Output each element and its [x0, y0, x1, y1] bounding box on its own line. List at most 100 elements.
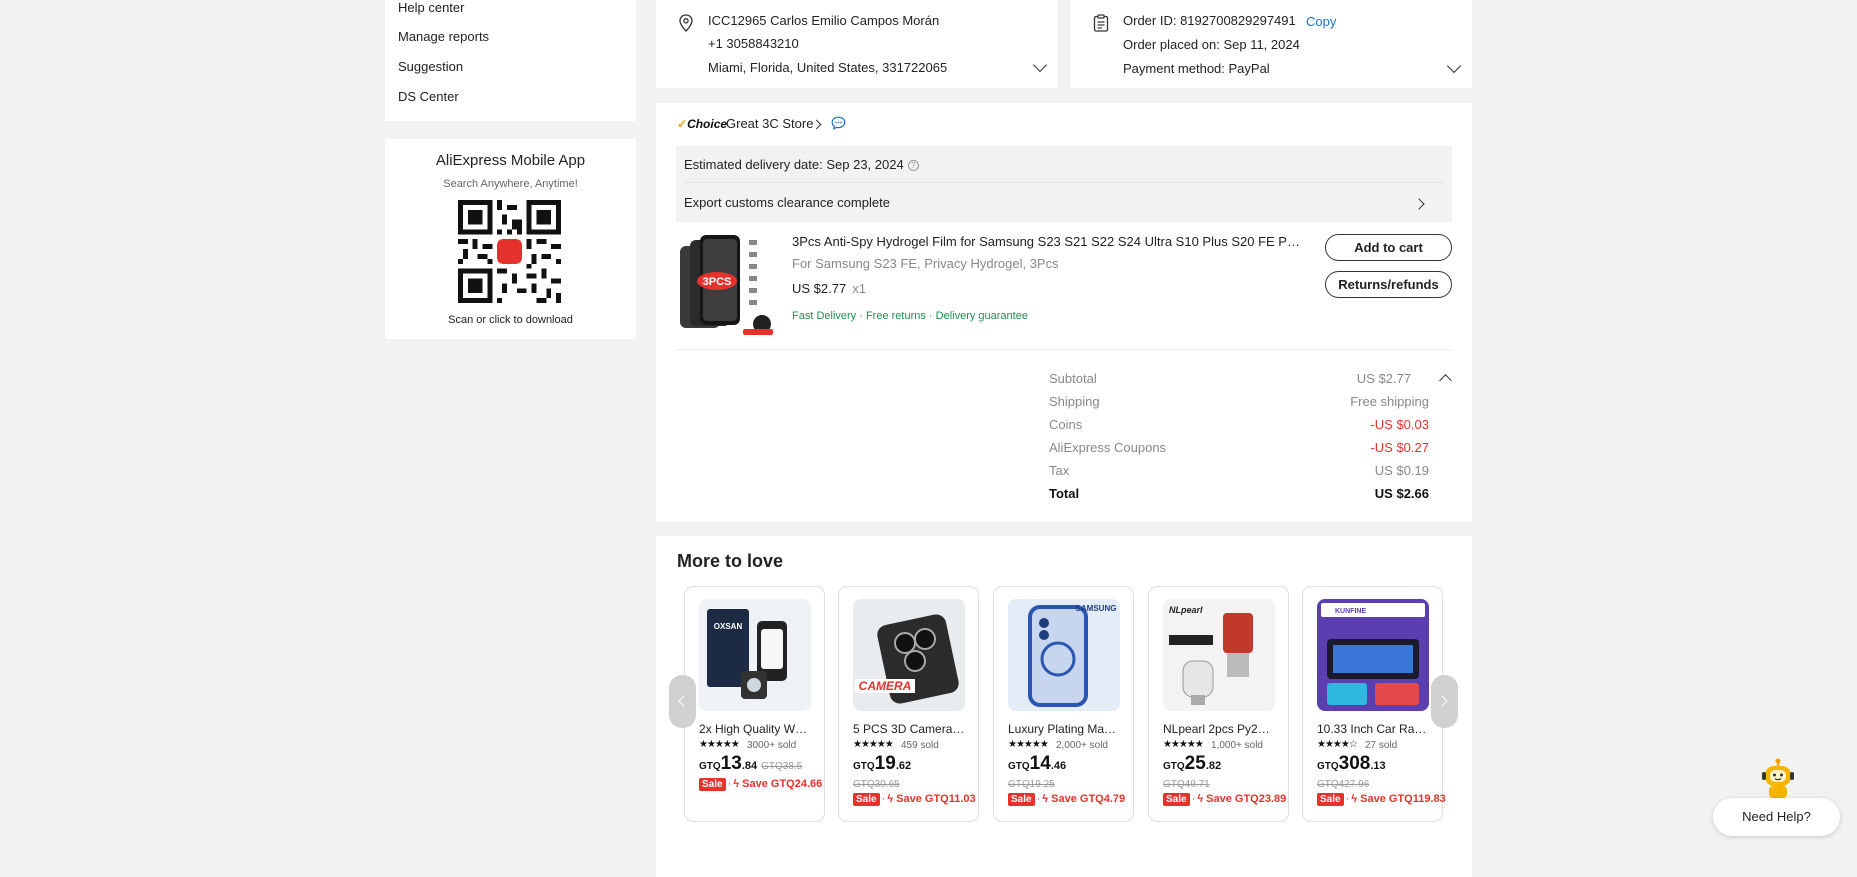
chevron-left-icon	[678, 695, 690, 707]
lightning-icon: ϟ	[1351, 793, 1358, 805]
payment-method: Payment method: PayPal	[1123, 61, 1270, 76]
recipient-phone: +1 3058843210	[708, 36, 799, 51]
carousel-prev-button[interactable]	[669, 675, 696, 728]
svg-text:SAMSUNG: SAMSUNG	[1076, 604, 1117, 613]
carousel-next-button[interactable]	[1431, 675, 1458, 728]
help-question-icon[interactable]: ?	[907, 160, 919, 171]
tracking-chevron-right-icon[interactable]	[1413, 198, 1425, 210]
delivery-status-box: Estimated delivery date: Sep 23, 2024? E…	[676, 146, 1452, 222]
product-thumbnail[interactable]: 3PCS	[677, 234, 776, 338]
sale-badge: Sale	[1008, 793, 1035, 806]
product-image: SAMSUNG	[1008, 599, 1120, 711]
product-price: US $2.77 x1	[792, 281, 866, 296]
save-amount: Save GTQ119.83	[1360, 793, 1446, 805]
order-expand-chevron-icon[interactable]	[1446, 58, 1462, 74]
rating-stars-icon: ★★★★☆	[1317, 739, 1358, 750]
lightning-icon: ϟ	[1197, 793, 1204, 805]
returns-refunds-button[interactable]: Returns/refunds	[1325, 271, 1452, 298]
add-to-cart-button[interactable]: Add to cart	[1325, 234, 1452, 261]
sidebar-link-suggestion[interactable]: Suggestion	[398, 59, 463, 74]
save-amount: Save GTQ24.66	[742, 778, 823, 790]
recommendations-section: More to love OXSAN 2x High Quality W5W T…	[656, 536, 1472, 877]
original-price: GTQ49.71	[1163, 779, 1210, 790]
product-price: GTQ14.46	[1008, 753, 1067, 774]
product-name: 5 PCS 3D Camera Lens Protector Tempered …	[853, 722, 965, 736]
order-id: Order ID: 8192700829297491	[1123, 13, 1296, 28]
product-image: OXSAN	[699, 599, 811, 711]
chat-bubble-icon[interactable]	[831, 116, 846, 130]
product-image: KUNFINE	[1317, 599, 1429, 711]
product-price: GTQ19.62	[853, 753, 912, 774]
recommended-product-card[interactable]: CAMERA 5 PCS 3D Camera Lens Protector Te…	[838, 586, 979, 822]
lightning-icon: ϟ	[887, 793, 894, 805]
lightning-icon: ϟ	[733, 778, 740, 790]
tracking-status: Export customs clearance complete	[684, 195, 890, 210]
svg-text:NLpearl: NLpearl	[1169, 605, 1203, 615]
sale-badge: Sale	[1163, 793, 1190, 806]
rating-stars-icon: ★★★★★	[1008, 739, 1049, 750]
svg-text:3PCS: 3PCS	[703, 276, 732, 288]
sidebar-links-card: Help center Manage reports Suggestion DS…	[385, 0, 636, 121]
sale-info: Sale · ϟ Save GTQ4.79	[1008, 793, 1125, 806]
recommended-product-card[interactable]: OXSAN 2x High Quality W5W T10 LED Canbus…	[684, 586, 825, 822]
qr-code-icon[interactable]	[458, 200, 561, 303]
app-download-cta[interactable]: Scan or click to download	[385, 314, 636, 326]
product-quantity: x1	[852, 281, 866, 296]
sidebar-link-help-center[interactable]: Help center	[398, 0, 464, 15]
product-name: NLpearl 2pcs Py21w P21W LED Bulbs	[1163, 722, 1275, 736]
sold-count: 2,000+ sold	[1056, 740, 1108, 751]
svg-text:KUNFINE: KUNFINE	[1335, 608, 1366, 615]
recipient-location: Miami, Florida, United States, 331722065	[708, 60, 948, 75]
original-price: GTQ38.5	[761, 761, 803, 772]
need-help-button[interactable]: Need Help?	[1713, 798, 1840, 836]
sold-count: 459 sold	[901, 740, 939, 751]
sale-info: Sale · ϟ Save GTQ11.03	[853, 793, 976, 806]
recommended-product-card[interactable]: KUNFINE 10.33 Inch Car Radio for Hyundai…	[1302, 586, 1446, 822]
choice-logo: ✓Choice	[677, 117, 728, 131]
order-document-icon	[1093, 14, 1109, 32]
rating-stars-icon: ★★★★★	[1163, 739, 1204, 750]
product-service-tags: Fast Delivery · Free returns · Delivery …	[792, 310, 1028, 322]
address-expand-chevron-icon[interactable]	[1032, 57, 1048, 73]
location-pin-icon	[679, 14, 693, 32]
summary-collapse-chevron-icon[interactable]	[1439, 374, 1452, 387]
sale-badge: Sale	[1317, 793, 1344, 806]
recommended-product-card[interactable]: NLpearl NLpearl 2pcs Py21w P21W LED Bulb…	[1148, 586, 1289, 822]
assistant-robot-icon[interactable]	[1759, 758, 1797, 800]
save-amount: Save GTQ23.89	[1206, 793, 1287, 805]
order-placed-date: Order placed on: Sep 11, 2024	[1123, 37, 1300, 52]
store-name-link[interactable]: Great 3C Store	[726, 116, 813, 131]
copy-order-id-link[interactable]: Copy	[1306, 14, 1336, 29]
sidebar-link-ds-center[interactable]: DS Center	[398, 89, 459, 104]
sale-info: Sale · ϟ Save GTQ24.66	[699, 778, 822, 791]
shipping-address-card: ICC12965 Carlos Emilio Campos Morán +1 3…	[656, 0, 1058, 88]
original-price: GTQ427.96	[1317, 779, 1370, 790]
rating-stars-icon: ★★★★★	[853, 739, 894, 750]
sold-count: 1,000+ sold	[1211, 740, 1263, 751]
sold-count: 3000+ sold	[747, 740, 797, 751]
sale-badge: Sale	[699, 778, 726, 791]
svg-text:OXSAN: OXSAN	[714, 622, 743, 631]
svg-text:CAMERA: CAMERA	[859, 679, 912, 693]
recommended-product-card[interactable]: SAMSUNG Luxury Plating Magnetic Case for…	[993, 586, 1134, 822]
divider	[676, 349, 1452, 350]
chevron-right-icon	[1436, 695, 1448, 707]
product-image: NLpearl	[1163, 599, 1275, 711]
lightning-icon: ϟ	[1042, 793, 1049, 805]
app-title: AliExpress Mobile App	[435, 152, 586, 169]
rating-stars-icon: ★★★★★	[699, 739, 740, 750]
product-name: Luxury Plating Magnetic Case for Samsung	[1008, 722, 1120, 736]
product-variant: For Samsung S23 FE, Privacy Hydrogel, 3P…	[792, 256, 1059, 271]
original-price: GTQ19.25	[1008, 779, 1055, 790]
order-info-card: Order ID: 8192700829297491 Copy Order pl…	[1071, 0, 1472, 88]
sold-count: 27 sold	[1365, 740, 1398, 751]
product-price: GTQ25.82	[1163, 753, 1222, 774]
product-title-link[interactable]: 3Pcs Anti-Spy Hydrogel Film for Samsung …	[792, 234, 1302, 249]
product-name: 2x High Quality W5W T10 LED Canbus Bulbs	[699, 722, 811, 736]
save-amount: Save GTQ4.79	[1051, 793, 1126, 805]
save-amount: Save GTQ11.03	[896, 793, 976, 805]
product-name: 10.33 Inch Car Radio for Hyundai Verna A…	[1317, 722, 1429, 736]
sidebar-link-manage-reports[interactable]: Manage reports	[398, 29, 489, 44]
product-image: CAMERA	[853, 599, 965, 711]
estimated-delivery: Estimated delivery date: Sep 23, 2024?	[684, 157, 919, 172]
